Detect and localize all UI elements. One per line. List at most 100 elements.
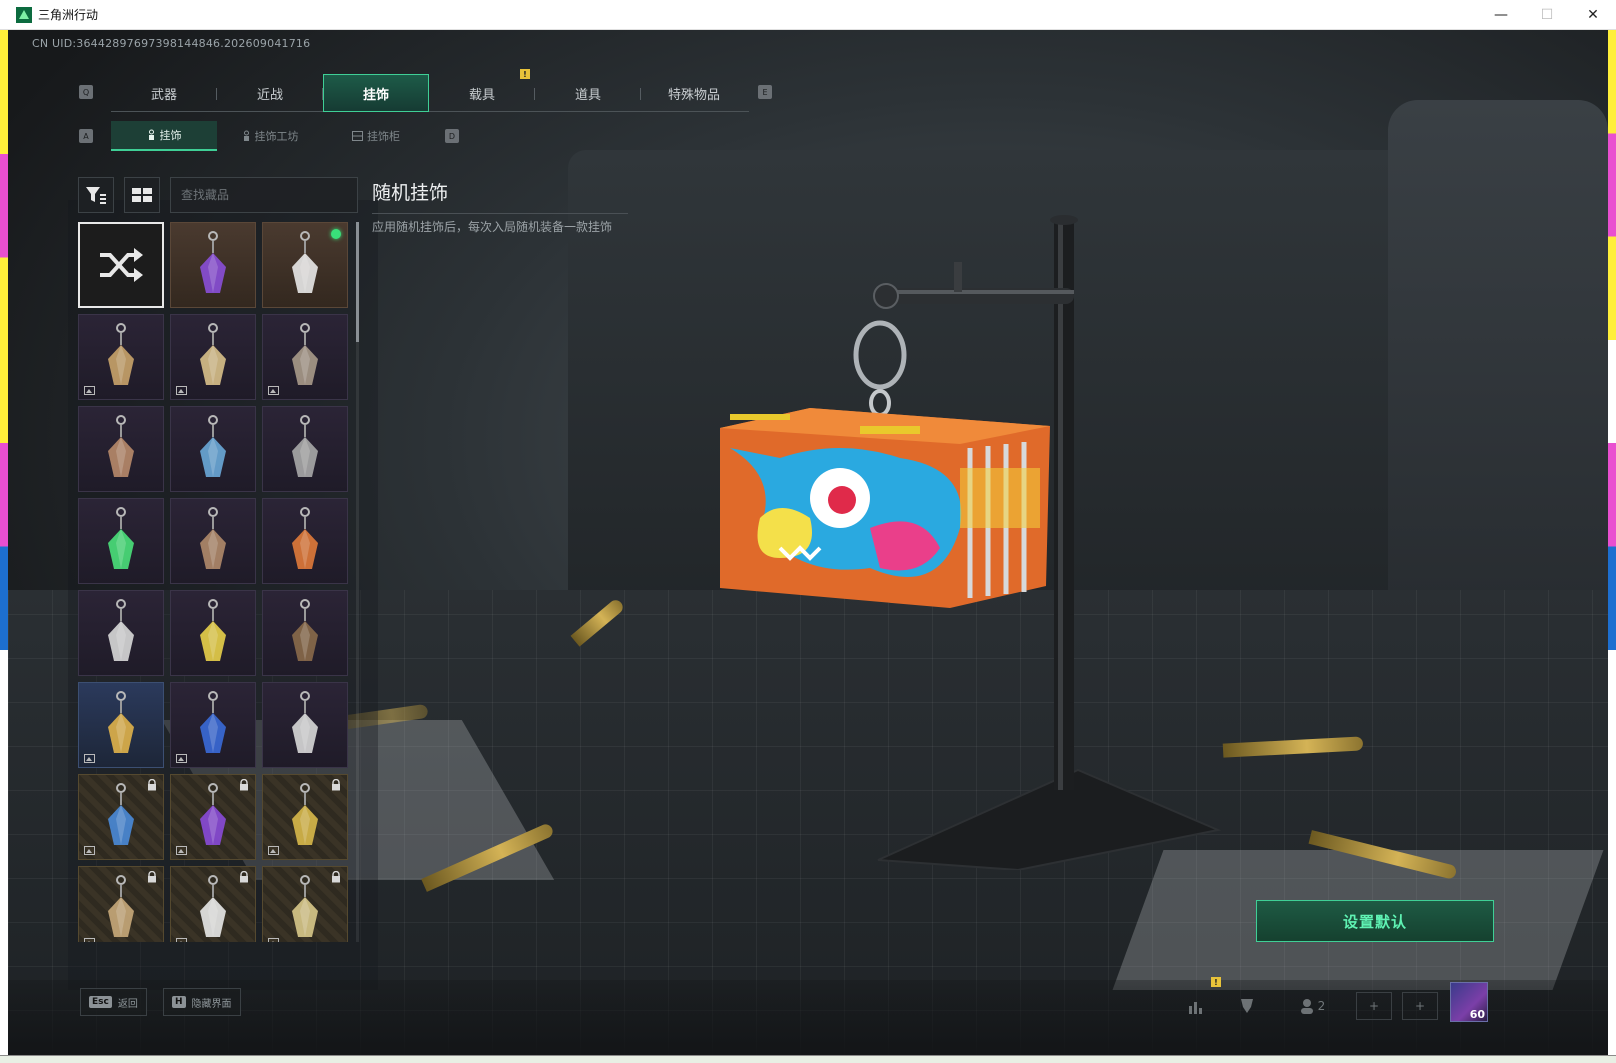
charm-item[interactable] bbox=[78, 498, 164, 584]
charm-item[interactable] bbox=[262, 498, 348, 584]
subtab-label: 挂饰 bbox=[159, 129, 182, 142]
tab-vehicles[interactable]: 载具 bbox=[429, 74, 535, 112]
prev-tab-key-icon[interactable]: Q bbox=[79, 85, 93, 99]
subtab-charms[interactable]: 挂饰 bbox=[111, 121, 217, 151]
charm-ring-icon bbox=[300, 783, 310, 793]
h-key-icon: H bbox=[172, 996, 186, 1008]
charm-chain-icon bbox=[120, 425, 122, 437]
filter-icon bbox=[86, 187, 106, 204]
game-viewport: CN UID:36442897697398144846.202609041716… bbox=[8, 30, 1608, 1055]
charm-chain-icon bbox=[120, 701, 122, 713]
tab-melee[interactable]: 近战 bbox=[217, 74, 323, 112]
next-subtab-key-icon[interactable]: D bbox=[445, 129, 459, 143]
preview-image-icon bbox=[84, 754, 95, 763]
charm-chain-icon bbox=[212, 609, 214, 621]
charm-item[interactable] bbox=[170, 406, 256, 492]
charm-chain-icon bbox=[120, 517, 122, 529]
charm-item[interactable] bbox=[262, 314, 348, 400]
view-toggle-button[interactable] bbox=[124, 177, 160, 213]
charm-item[interactable] bbox=[78, 590, 164, 676]
subtab-label: 挂饰柜 bbox=[367, 130, 400, 143]
tab-special-items[interactable]: 特殊物品 bbox=[641, 74, 747, 112]
charm-item[interactable] bbox=[170, 682, 256, 768]
charm-item[interactable] bbox=[78, 682, 164, 768]
preview-image-icon bbox=[176, 938, 187, 942]
user-uid: CN UID:36442897697398144846.202609041716 bbox=[32, 37, 311, 50]
charm-item[interactable] bbox=[262, 222, 348, 308]
charm-chain-icon bbox=[304, 609, 306, 621]
item-description: 应用随机挂饰后，每次入局随机装备一款挂饰 bbox=[372, 220, 613, 234]
lock-icon bbox=[148, 871, 156, 883]
next-tab-key-icon[interactable]: E bbox=[758, 85, 772, 99]
minimize-button[interactable]: — bbox=[1478, 0, 1524, 30]
charm-item[interactable] bbox=[262, 590, 348, 676]
subtab-charm-workshop[interactable]: 挂饰工坊 bbox=[217, 121, 323, 151]
stats-button[interactable] bbox=[1182, 992, 1212, 1020]
subtab-charm-cabinet[interactable]: 挂饰柜 bbox=[323, 121, 429, 151]
window-titlebar: 三角洲行动 — ☐ ✕ bbox=[0, 0, 1616, 30]
charm-ring-icon bbox=[300, 599, 310, 609]
charm-item[interactable] bbox=[170, 498, 256, 584]
tab-weapons[interactable]: 武器 bbox=[111, 74, 217, 112]
app-logo-icon bbox=[16, 6, 32, 23]
scrollbar-thumb[interactable] bbox=[356, 222, 359, 342]
friends-button[interactable]: 2 bbox=[1290, 992, 1334, 1020]
preview-image-icon bbox=[268, 386, 279, 395]
charm-ring-icon bbox=[116, 875, 126, 885]
bar-chart-icon bbox=[1189, 1002, 1202, 1014]
back-hint-button[interactable]: Esc 返回 bbox=[80, 988, 147, 1016]
close-button[interactable]: ✕ bbox=[1570, 0, 1616, 30]
charm-chain-icon bbox=[120, 793, 122, 805]
lock-icon bbox=[240, 871, 248, 883]
tab-charms[interactable]: 挂饰 bbox=[323, 74, 429, 112]
avatar[interactable]: 60 bbox=[1450, 982, 1488, 1022]
friends-count: 2 bbox=[1317, 999, 1326, 1013]
filter-button[interactable] bbox=[78, 177, 114, 213]
plus-icon: + bbox=[1368, 999, 1380, 1013]
charm-item[interactable] bbox=[78, 866, 164, 942]
friends-icon bbox=[1300, 999, 1313, 1014]
charm-item[interactable] bbox=[262, 682, 348, 768]
container-icon bbox=[292, 529, 318, 569]
charm-item[interactable] bbox=[170, 590, 256, 676]
subtab-label: 挂饰工坊 bbox=[254, 130, 299, 143]
house-icon bbox=[200, 437, 226, 477]
charm-item[interactable] bbox=[262, 406, 348, 492]
grid-scrollbar[interactable] bbox=[356, 222, 359, 942]
rank-button[interactable] bbox=[1232, 992, 1262, 1020]
invite-slot-button[interactable]: + bbox=[1402, 992, 1438, 1020]
charm-item[interactable] bbox=[262, 866, 348, 942]
invite-slot-button[interactable]: + bbox=[1356, 992, 1392, 1020]
frame-icon bbox=[200, 529, 226, 569]
charm-chain-icon bbox=[304, 425, 306, 437]
charm-item[interactable] bbox=[170, 314, 256, 400]
charm-ring-icon bbox=[116, 691, 126, 701]
search-input[interactable] bbox=[170, 177, 358, 213]
charm-chain-icon bbox=[304, 701, 306, 713]
charm-item[interactable] bbox=[78, 774, 164, 860]
charm-item[interactable] bbox=[262, 774, 348, 860]
preview-image-icon bbox=[84, 938, 95, 942]
set-default-button[interactable]: 设置默认 bbox=[1256, 900, 1494, 942]
purple-crystal-icon bbox=[200, 253, 226, 293]
hide-ui-hint-button[interactable]: H 隐藏界面 bbox=[163, 988, 241, 1016]
charm-icon bbox=[148, 129, 154, 140]
charm-ring-icon bbox=[208, 415, 218, 425]
window-title: 三角洲行动 bbox=[38, 8, 99, 22]
charm-item[interactable] bbox=[78, 314, 164, 400]
charm-item[interactable] bbox=[170, 774, 256, 860]
tab-items[interactable]: 道具 bbox=[535, 74, 641, 112]
charm-ring-icon bbox=[300, 415, 310, 425]
charm-item[interactable] bbox=[170, 222, 256, 308]
background-window-edge bbox=[1608, 30, 1616, 1063]
charm-item[interactable] bbox=[78, 406, 164, 492]
charm-chain-icon bbox=[212, 425, 214, 437]
notification-badge-icon: ! bbox=[1211, 977, 1221, 987]
random-charm-item[interactable] bbox=[78, 222, 164, 308]
skull-icon bbox=[292, 897, 318, 937]
maximize-button[interactable]: ☐ bbox=[1524, 0, 1570, 30]
charm-ring-icon bbox=[116, 415, 126, 425]
rank-icon bbox=[1241, 999, 1253, 1013]
charm-item[interactable] bbox=[170, 866, 256, 942]
prev-subtab-key-icon[interactable]: A bbox=[79, 129, 93, 143]
